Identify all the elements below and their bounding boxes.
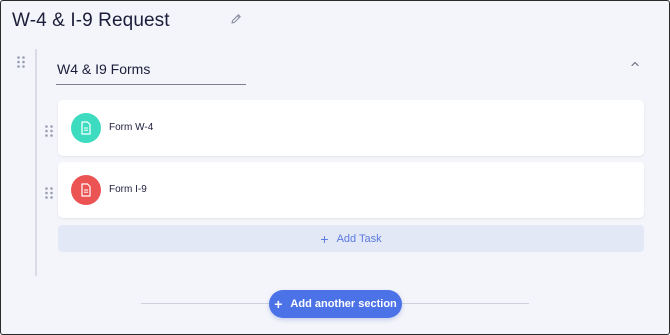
task-card-form-w4[interactable]: Form W-4 xyxy=(58,100,644,156)
title-row: W-4 & I-9 Request xyxy=(12,10,170,32)
document-icon xyxy=(71,113,101,143)
add-task-label: Add Task xyxy=(336,232,382,245)
page-title: W-4 & I-9 Request xyxy=(12,10,170,31)
section-name-input[interactable]: W4 & I9 Forms xyxy=(57,61,150,77)
add-another-section-button[interactable]: + Add another section xyxy=(269,290,402,318)
plus-icon: + xyxy=(274,296,283,312)
app-window: W-4 & I-9 Request W4 & I9 Forms Form W-4… xyxy=(0,0,670,335)
task-label: Form W-4 xyxy=(109,122,154,133)
add-section-label: Add another section xyxy=(290,298,397,310)
task-card-form-i9[interactable]: Form I-9 xyxy=(58,162,644,218)
task-label: Form I-9 xyxy=(109,184,147,195)
chevron-up-icon[interactable] xyxy=(630,60,640,68)
plus-icon: + xyxy=(320,230,329,247)
add-task-button[interactable]: + Add Task xyxy=(58,225,644,252)
task-drag-handle-icon[interactable] xyxy=(45,187,53,199)
task-drag-handle-icon[interactable] xyxy=(45,125,53,137)
pencil-icon[interactable] xyxy=(230,13,242,25)
section-divider-line xyxy=(35,49,37,276)
document-icon xyxy=(71,175,101,205)
section-name-underline xyxy=(56,84,246,85)
section-drag-handle-icon[interactable] xyxy=(17,56,25,68)
